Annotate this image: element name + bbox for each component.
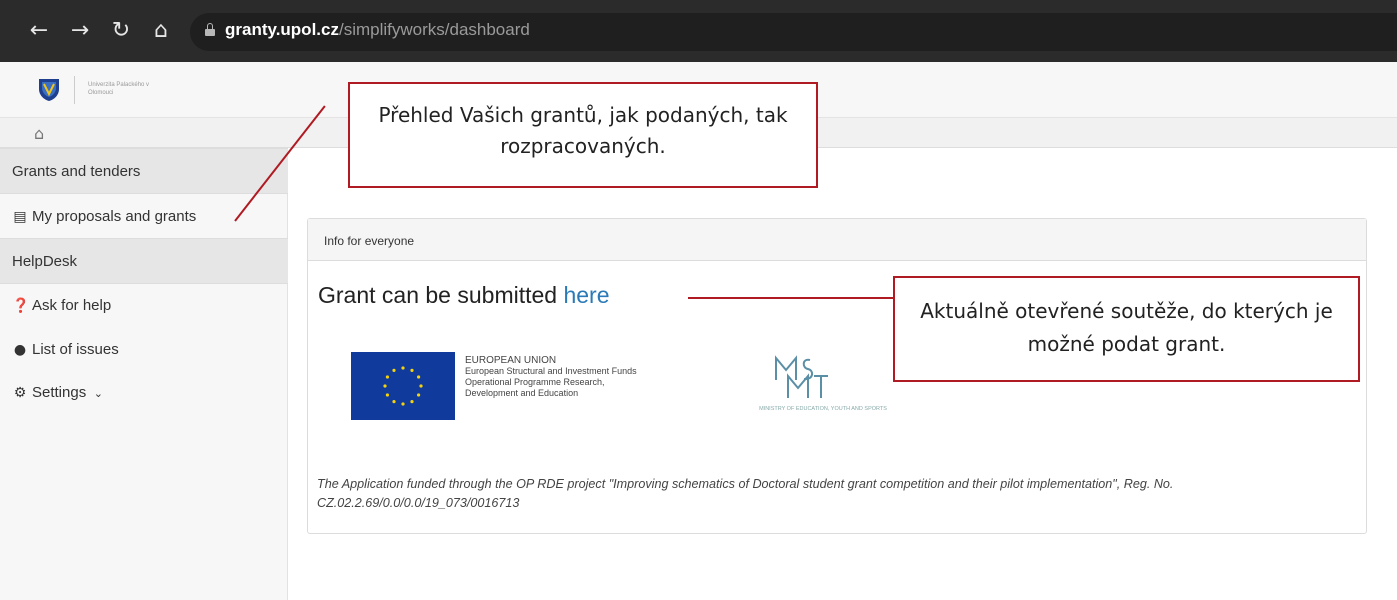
reload-button[interactable]: ↻ bbox=[108, 18, 134, 44]
submit-here-link[interactable]: here bbox=[563, 282, 609, 308]
panel-header: Info for everyone bbox=[308, 219, 1366, 261]
university-logo-icon[interactable] bbox=[38, 78, 60, 102]
question-circle-icon: ❓ bbox=[12, 298, 30, 314]
callout-proposals: Přehled Vašich grantů, jak podaných, tak… bbox=[348, 82, 818, 188]
sidebar-section-label: HelpDesk bbox=[12, 253, 78, 270]
funding-note: The Application funded through the OP RD… bbox=[317, 477, 1174, 510]
eu-line: European Structural and Investment Funds bbox=[465, 366, 637, 376]
lock-icon bbox=[205, 23, 215, 36]
sidebar-section-label: Grants and tenders bbox=[12, 163, 141, 180]
eu-flag-icon bbox=[351, 352, 455, 420]
callout-leader-line bbox=[688, 297, 893, 299]
sidebar-section-grants: Grants and tenders bbox=[0, 148, 288, 194]
sidebar-item-label: My proposals and grants bbox=[32, 208, 197, 225]
eu-line: EUROPEAN UNION bbox=[465, 355, 557, 366]
comment-icon: ● bbox=[13, 342, 27, 358]
gear-icon: ⚙ bbox=[13, 385, 27, 401]
eu-line: Operational Programme Research, bbox=[465, 377, 605, 387]
sidebar-item-list-of-issues[interactable]: ● List of issues bbox=[12, 341, 119, 358]
logo-text: Univerzita Palackého v Olomouci bbox=[88, 82, 150, 96]
browser-home-button[interactable]: ⌂ bbox=[148, 18, 174, 44]
grant-heading-text: Grant can be submitted bbox=[318, 282, 558, 308]
file-icon: ▤ bbox=[13, 209, 27, 225]
panel-title: Info for everyone bbox=[324, 234, 415, 248]
forward-button[interactable]: → bbox=[67, 18, 93, 44]
sidebar-item-label: List of issues bbox=[32, 341, 119, 358]
back-button[interactable]: ← bbox=[26, 18, 52, 44]
chevron-down-icon: ⌄ bbox=[93, 387, 103, 400]
grant-heading: Grant can be submitted here bbox=[318, 282, 610, 309]
sidebar-item-label: Settings bbox=[32, 384, 87, 401]
msmt-logo-icon bbox=[775, 355, 828, 398]
url-text[interactable]: granty.upol.cz/simplifyworks/dashboard bbox=[225, 20, 530, 40]
eu-funding-text: EUROPEAN UNION European Structural and I… bbox=[465, 355, 637, 399]
callout-open-calls: Aktuálně otevřené soutěže, do kterých je… bbox=[893, 276, 1360, 382]
eu-line: Development and Education bbox=[465, 388, 579, 398]
sidebar-item-label: Ask for help bbox=[32, 297, 112, 314]
sidebar-item-my-proposals[interactable]: ▤ My proposals and grants bbox=[12, 208, 196, 225]
sidebar-item-ask-for-help[interactable]: ❓ Ask for help bbox=[12, 297, 111, 314]
home-icon[interactable]: ⌂ bbox=[34, 124, 44, 143]
logo-divider bbox=[74, 76, 75, 104]
sidebar-section-helpdesk: HelpDesk bbox=[0, 238, 288, 284]
sidebar-item-settings[interactable]: ⚙ Settings ⌄ bbox=[12, 384, 110, 401]
msmt-text: MINISTRY OF EDUCATION, YOUTH AND SPORTS bbox=[759, 406, 887, 412]
